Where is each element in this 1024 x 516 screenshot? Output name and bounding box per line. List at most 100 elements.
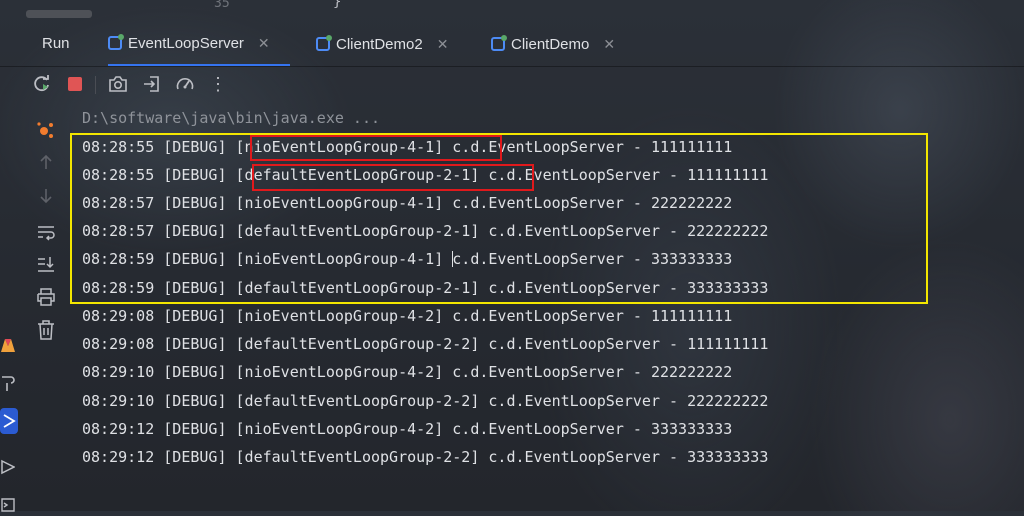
terminal-icon[interactable]	[0, 494, 16, 516]
log-level: [DEBUG]	[163, 138, 227, 156]
log-message: 222222222	[650, 363, 733, 381]
log-message: 111111111	[687, 166, 769, 184]
scroll-to-end-button[interactable]	[34, 252, 58, 276]
log-thread: [nioEventLoopGroup-4-1]	[235, 250, 444, 268]
ide-logo-icon[interactable]	[0, 334, 16, 356]
attach-debugger-button[interactable]	[34, 118, 58, 142]
run-config-icon	[108, 34, 124, 50]
log-logger: c.d.EventLoopServer	[488, 166, 660, 184]
log-level: [DEBUG]	[163, 392, 227, 410]
log-logger: c.d.EventLoopServer	[452, 307, 624, 325]
stop-button[interactable]	[63, 72, 87, 96]
exit-arrow-icon	[144, 76, 159, 92]
log-line: 08:29:08 [DEBUG] [defaultEventLoopGroup-…	[82, 335, 769, 353]
log-message: 111111111	[650, 307, 733, 325]
debug-nodes-icon	[37, 122, 53, 138]
log-logger: c.d.EventLoopServer	[452, 363, 624, 381]
log-time: 08:28:59	[82, 279, 155, 297]
scroll-down-button[interactable]	[34, 184, 58, 208]
log-logger: c.d.EventLoopServer	[488, 335, 660, 353]
run-config-icon	[316, 35, 332, 51]
log-thread: [nioEventLoopGroup-4-1]	[235, 194, 444, 212]
log-time: 08:29:08	[82, 335, 155, 353]
run-tab-bar: Run EventLoopServer ✕ ClientDemo2 ✕ Clie…	[0, 22, 1024, 67]
code-brace: }	[333, 0, 342, 10]
log-level: [DEBUG]	[163, 363, 227, 381]
log-logger: c.d.EventLoopServer	[488, 448, 660, 466]
rerun-icon	[34, 75, 49, 92]
print-button[interactable]	[34, 285, 58, 309]
log-message: 333333333	[687, 279, 769, 297]
log-level: [DEBUG]	[163, 250, 227, 268]
log-logger: c.d.EventLoopServer	[452, 420, 624, 438]
log-thread: [defaultEventLoopGroup-2-1]	[235, 279, 480, 297]
scroll-to-end-icon	[38, 257, 54, 272]
tab-label: ClientDemo2	[336, 35, 423, 53]
close-icon[interactable]: ✕	[258, 35, 270, 52]
soft-wrap-icon	[38, 226, 55, 241]
printer-icon	[37, 288, 55, 306]
log-time: 08:29:10	[82, 392, 155, 410]
log-time: 08:28:57	[82, 194, 155, 212]
log-line: 08:28:59 [DEBUG] [defaultEventLoopGroup-…	[82, 279, 769, 297]
log-message: 222222222	[650, 194, 733, 212]
profiler-button[interactable]	[173, 72, 197, 96]
launch-command: D:\software\java\bin\java.exe ...	[82, 109, 381, 127]
close-icon[interactable]: ✕	[437, 36, 449, 53]
log-time: 08:28:55	[82, 166, 155, 184]
clear-all-button[interactable]	[34, 318, 58, 342]
tab-eventloopserver[interactable]: EventLoopServer ✕	[108, 22, 290, 66]
log-level: [DEBUG]	[163, 335, 227, 353]
log-thread: [defaultEventLoopGroup-2-1]	[235, 166, 480, 184]
more-options-button[interactable]: ⋮	[206, 72, 230, 96]
log-line: 08:28:57 [DEBUG] [nioEventLoopGroup-4-1]…	[82, 194, 733, 212]
log-level: [DEBUG]	[163, 166, 227, 184]
log-thread: [nioEventLoopGroup-4-2]	[235, 363, 444, 381]
gauge-icon	[176, 78, 194, 90]
log-message: 222222222	[687, 222, 769, 240]
log-logger: c.d.EventLoopServer	[452, 250, 624, 268]
tab-clientdemo[interactable]: ClientDemo ✕	[491, 22, 615, 66]
build-hammer-icon[interactable]	[0, 372, 16, 394]
restore-layout-button[interactable]	[140, 72, 164, 96]
log-line: 08:29:12 [DEBUG] [nioEventLoopGroup-4-2]…	[82, 420, 733, 438]
log-level: [DEBUG]	[163, 279, 227, 297]
services-icon[interactable]	[0, 456, 16, 478]
log-level: [DEBUG]	[163, 222, 227, 240]
log-level: [DEBUG]	[163, 194, 227, 212]
close-icon[interactable]: ✕	[603, 36, 615, 53]
log-line: 08:29:10 [DEBUG] [defaultEventLoopGroup-…	[82, 392, 769, 410]
tab-clientdemo2[interactable]: ClientDemo2 ✕	[316, 22, 448, 66]
log-thread: [defaultEventLoopGroup-2-2]	[235, 392, 480, 410]
screenshot-button[interactable]	[106, 72, 130, 96]
run-tool-window-icon[interactable]	[0, 408, 18, 434]
log-line: 08:28:57 [DEBUG] [defaultEventLoopGroup-…	[82, 222, 769, 240]
log-logger: c.d.EventLoopServer	[452, 194, 624, 212]
rerun-button[interactable]	[30, 72, 54, 96]
log-line: 08:29:08 [DEBUG] [nioEventLoopGroup-4-2]…	[82, 307, 733, 325]
log-level: [DEBUG]	[163, 448, 227, 466]
soft-wrap-button[interactable]	[34, 220, 58, 244]
run-panel-title: Run	[42, 35, 70, 52]
toolbar-divider	[95, 76, 96, 94]
log-thread: [nioEventLoopGroup-4-2]	[235, 420, 444, 438]
log-logger: c.d.EventLoopServer	[488, 222, 660, 240]
arrow-down-icon	[40, 189, 52, 204]
console-gutter	[0, 102, 66, 512]
log-thread: [defaultEventLoopGroup-2-1]	[235, 222, 480, 240]
arrow-up-icon	[40, 154, 52, 169]
tab-label: EventLoopServer	[128, 34, 244, 52]
log-time: 08:28:59	[82, 250, 155, 268]
log-message: 333333333	[687, 448, 769, 466]
log-line: 08:28:55 [DEBUG] [nioEventLoopGroup-4-1]…	[82, 138, 733, 156]
log-logger: c.d.EventLoopServer	[452, 138, 624, 156]
log-line: 08:29:10 [DEBUG] [nioEventLoopGroup-4-2]…	[82, 363, 733, 381]
log-thread: [defaultEventLoopGroup-2-2]	[235, 448, 480, 466]
scroll-up-button[interactable]	[34, 150, 58, 174]
log-thread: [nioEventLoopGroup-4-2]	[235, 307, 444, 325]
log-time: 08:29:10	[82, 363, 155, 381]
log-message: 111111111	[687, 335, 769, 353]
camera-icon	[109, 76, 127, 92]
horizontal-scrollbar-thumb[interactable]	[26, 10, 92, 18]
tab-label: ClientDemo	[511, 35, 590, 53]
